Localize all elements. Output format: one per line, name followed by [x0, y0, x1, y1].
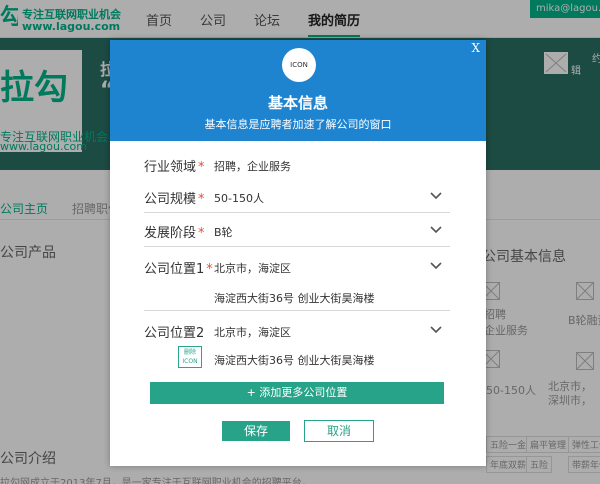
save-button[interactable]: 保存 — [222, 421, 290, 441]
dialog-header-icon: ICON — [282, 48, 316, 82]
location-1-select[interactable]: 北京市，海淀区 — [214, 260, 291, 276]
stage-label: 发展阶段 * — [144, 226, 205, 241]
location-2-label: 公司位置2 — [144, 326, 205, 341]
required-mark: * — [198, 192, 205, 207]
chevron-down-icon[interactable] — [430, 262, 442, 270]
cancel-button[interactable]: 取消 — [304, 420, 374, 442]
dialog-title: 基本信息 — [267, 94, 328, 112]
required-mark: * — [206, 262, 213, 277]
company-size-label: 公司规模 * — [144, 192, 205, 207]
location-2-address[interactable]: 海淀西大街36号 创业大街昊海楼 — [214, 352, 375, 368]
company-size-select[interactable]: 50-150人 — [214, 190, 264, 206]
delete-location-icon[interactable]: 删除 ICON — [178, 346, 202, 368]
location-1-address[interactable]: 海淀西大街36号 创业大街昊海楼 — [214, 290, 375, 306]
delete-icon-caption: ICON — [182, 358, 198, 365]
location-2-select[interactable]: 北京市，海淀区 — [214, 324, 291, 340]
divider — [144, 246, 450, 247]
divider — [144, 310, 450, 311]
industry-value[interactable]: 招聘，企业服务 — [214, 158, 291, 174]
close-icon[interactable]: X — [471, 41, 480, 55]
dialog-header: X ICON 基本信息 基本信息是应聘者加速了解公司的窗口 — [110, 40, 486, 141]
add-location-button[interactable]: + 添加更多公司位置 — [150, 382, 444, 404]
dialog-subtitle: 基本信息是应聘者加速了解公司的窗口 — [204, 118, 392, 131]
required-mark: * — [198, 160, 205, 175]
basic-info-dialog: X ICON 基本信息 基本信息是应聘者加速了解公司的窗口 行业领域 * 招聘，企… — [110, 40, 486, 466]
industry-label: 行业领域 * — [144, 160, 205, 175]
location-1-label: 公司位置1 * — [144, 262, 213, 277]
chevron-down-icon[interactable] — [430, 192, 442, 200]
divider — [144, 212, 450, 213]
chevron-down-icon[interactable] — [430, 226, 442, 234]
chevron-down-icon[interactable] — [430, 326, 442, 334]
delete-icon-label: 删除 — [183, 349, 196, 356]
required-mark: * — [198, 226, 205, 241]
stage-select[interactable]: B轮 — [214, 224, 233, 240]
